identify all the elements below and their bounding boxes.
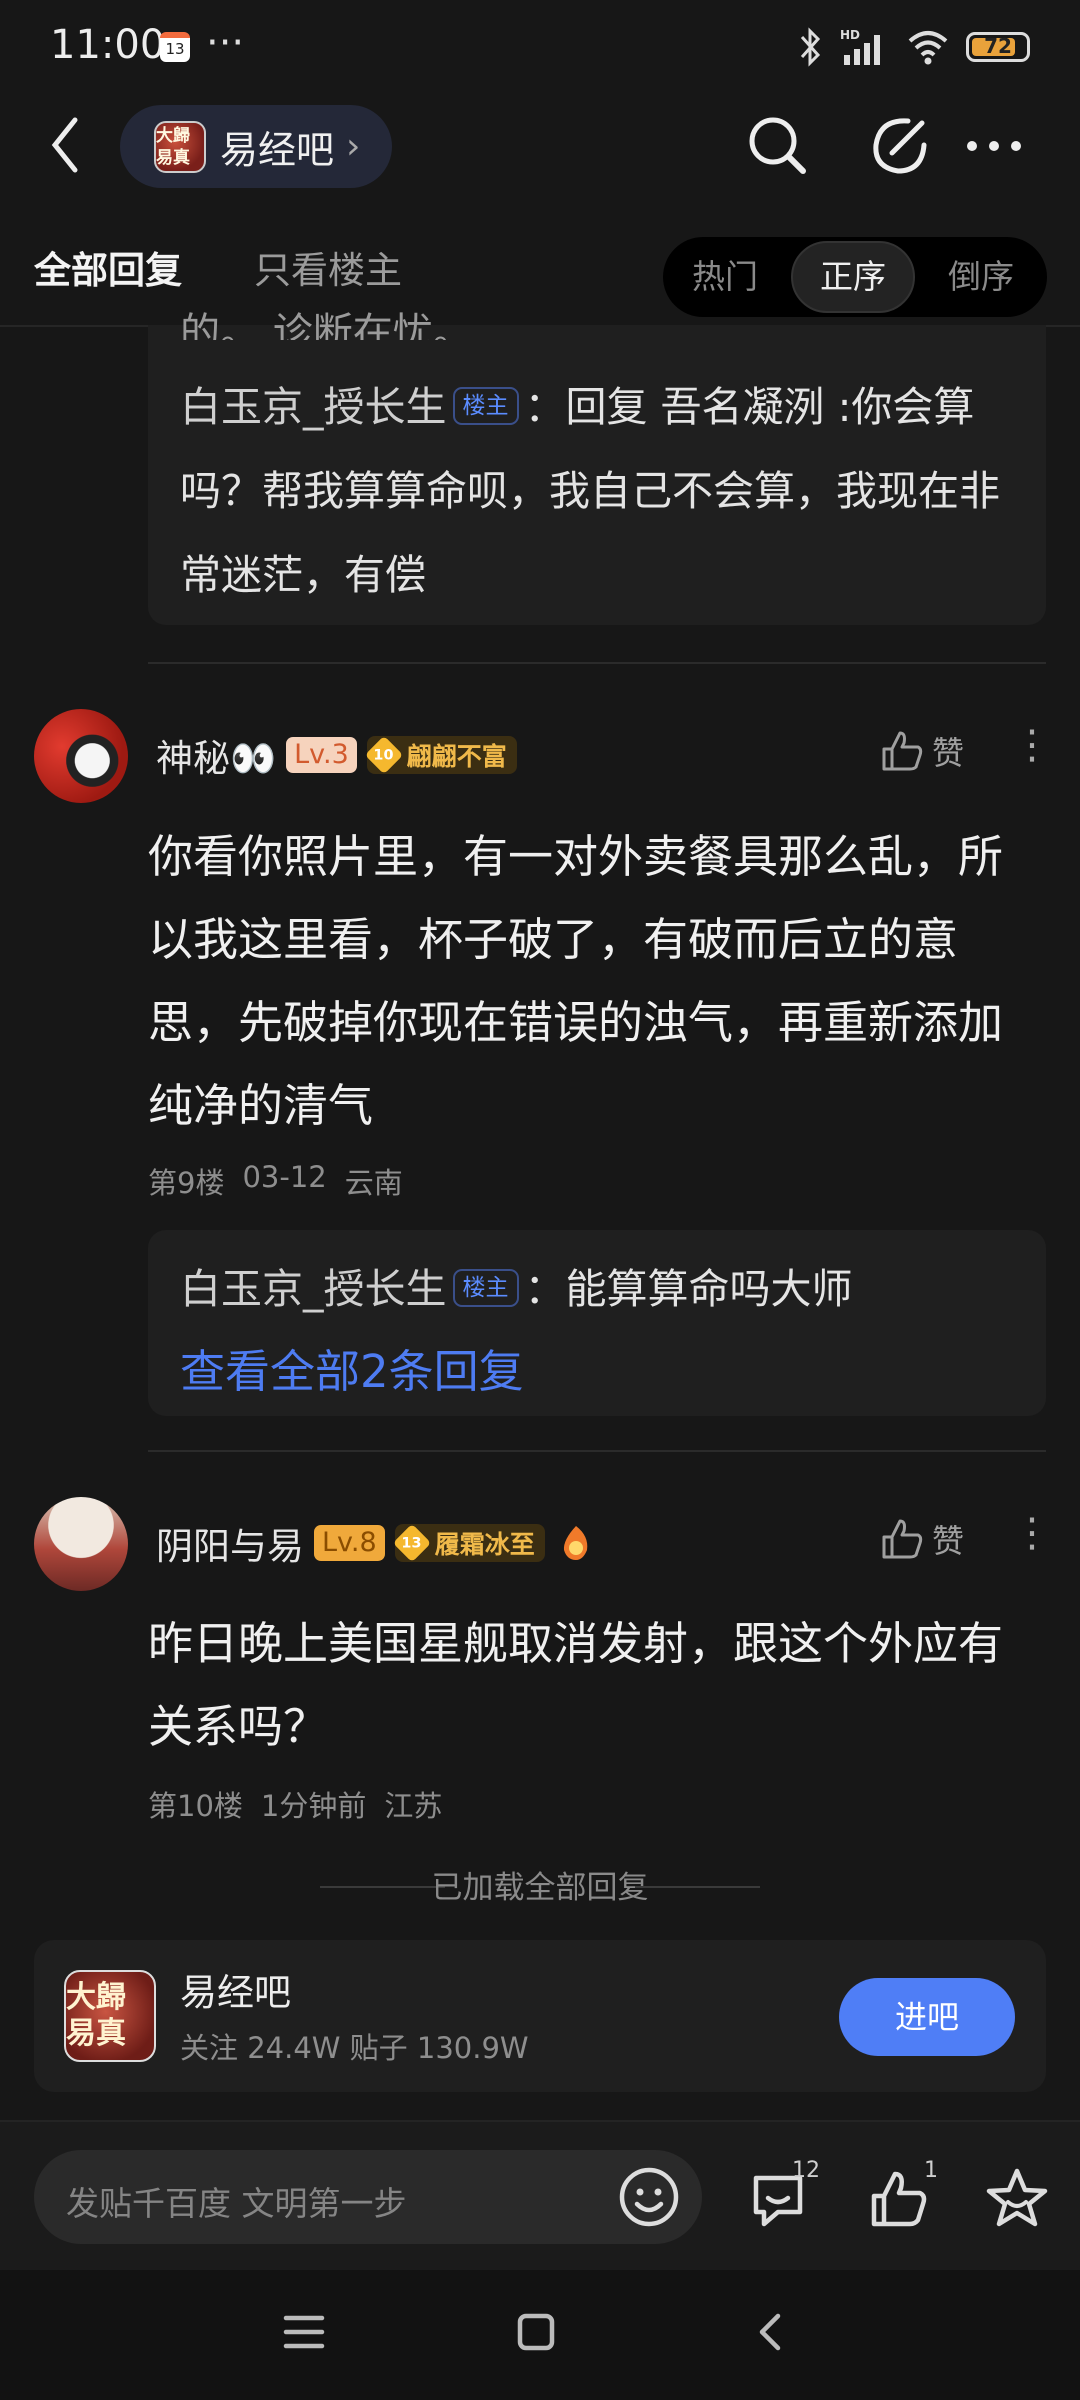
favorite-star-icon[interactable] <box>984 2166 1050 2230</box>
menu-icon[interactable] <box>282 2310 326 2354</box>
medal-title: 翩翩不富 <box>406 742 507 771</box>
sub-reply-content: ：能算算命吗大师 <box>524 1265 853 1313</box>
forum-pill[interactable]: 大歸易真 易经吧 › <box>120 105 392 188</box>
username[interactable]: 阴阳与易 <box>156 1516 304 1570</box>
battery-level: 72 <box>984 34 1012 58</box>
search-icon[interactable] <box>745 113 809 177</box>
post-date: 03-12 <box>242 1160 327 1194</box>
emoji-icon[interactable] <box>618 2166 680 2228</box>
thumb-up-icon <box>882 1519 923 1559</box>
medal-number: 13 <box>401 1534 422 1552</box>
like-count: 1 <box>924 2158 938 2183</box>
thumb-up-icon <box>882 731 923 771</box>
divider <box>148 662 1046 664</box>
battery-icon: 72 <box>966 32 1030 62</box>
post-header: 神秘👀 Lv.3 10 翩翩不富 <box>156 728 517 782</box>
like-label: 赞 <box>932 1522 965 1560</box>
post-content: 昨日晚上美国星舰取消发射，跟这个外应有关系吗？ <box>148 1617 1004 1753</box>
join-forum-button[interactable]: 进吧 <box>839 1978 1015 2056</box>
user-avatar[interactable] <box>34 709 128 803</box>
status-time: 11:00 <box>50 22 166 68</box>
forum-name: 易经吧 <box>220 128 335 172</box>
sub-reply-text[interactable]: 白玉京_授长生 楼主 ：回复 吾名凝洌 :你会算吗？帮我算算命呗，我自己不会算，我现… <box>180 365 1020 617</box>
more-icon[interactable] <box>964 135 1024 157</box>
back-icon[interactable] <box>45 110 85 180</box>
owner-badge: 楼主 <box>452 387 519 425</box>
like-label: 赞 <box>932 734 965 772</box>
forum-card-stats: 关注 24.4W 贴子 130.9W <box>180 2031 529 2065</box>
status-more-icon: ··· <box>206 20 245 66</box>
like-icon[interactable] <box>868 2168 930 2230</box>
wifi-icon <box>908 31 948 65</box>
home-icon[interactable] <box>514 2310 558 2354</box>
post-more-icon[interactable]: ⋮ <box>1012 1510 1052 1556</box>
post-location: 江苏 <box>384 1789 443 1823</box>
post-meta: 第9楼 03-12 云南 <box>148 1160 403 1202</box>
post-more-icon[interactable]: ⋮ <box>1012 722 1052 768</box>
medal-title: 履霜冰至 <box>434 1530 535 1559</box>
view-all-replies-link[interactable]: 查看全部2条回复 <box>180 1335 524 1400</box>
all-loaded-label: 已加载全部回复 <box>431 1870 649 1906</box>
owner-badge: 楼主 <box>452 1269 519 1307</box>
like-button[interactable]: 赞 <box>880 1516 964 1562</box>
post-content: 你看你照片里，有一对外卖餐具那么乱，所以我这里看，杯子破了，有破而后立的意思，先… <box>148 830 1004 1132</box>
nav-back-icon[interactable] <box>752 2310 788 2354</box>
forum-avatar: 大歸易真 <box>154 120 206 173</box>
comment-count: 12 <box>792 2158 820 2183</box>
svg-text:HD: HD <box>840 28 860 42</box>
username[interactable]: 神秘👀 <box>156 728 276 782</box>
sub-reply-text: 白玉京_授长生 楼主 ：能算算命吗大师 <box>180 1255 853 1315</box>
calendar-icon: 13 <box>160 32 190 62</box>
floor-number: 第10楼 <box>148 1789 243 1823</box>
tab-all-replies[interactable]: 全部回复 <box>34 240 182 294</box>
user-avatar[interactable] <box>34 1497 128 1591</box>
post-date: 1分钟前 <box>260 1789 367 1823</box>
chevron-right-icon: › <box>346 126 361 167</box>
floor-number: 第9楼 <box>148 1166 225 1200</box>
medal-badge: 13 履霜冰至 <box>392 1523 545 1563</box>
post-meta: 第10楼 1分钟前 江苏 <box>148 1783 442 1825</box>
divider <box>148 1450 1046 1452</box>
signal-icon: HD <box>840 28 880 65</box>
forum-card-avatar: 大歸易真 <box>64 1970 156 2062</box>
sub-reply-author[interactable]: 白玉京_授长生 <box>180 383 447 431</box>
level-badge: Lv.3 <box>286 737 357 773</box>
bluetooth-icon <box>800 27 821 67</box>
tab-owner-only[interactable]: 只看楼主 <box>254 240 402 294</box>
level-badge: Lv.8 <box>314 1525 385 1561</box>
share-icon[interactable] <box>868 115 930 177</box>
like-button[interactable]: 赞 <box>880 728 964 774</box>
sort-descending[interactable]: 倒序 <box>919 241 1043 313</box>
flame-badge-icon <box>563 1526 587 1560</box>
compose-placeholder: 发贴千百度 文明第一步 <box>66 2184 407 2223</box>
medal-number: 10 <box>373 746 394 764</box>
post-location: 云南 <box>344 1166 403 1200</box>
status-icons: HD 72 <box>798 22 1030 72</box>
sub-reply-author[interactable]: 白玉京_授长生 <box>180 1265 447 1313</box>
medal-badge: 10 翩翩不富 <box>364 735 517 775</box>
post-header: 阴阳与易 Lv.8 13 履霜冰至 <box>156 1516 597 1570</box>
divider <box>635 1886 760 1888</box>
sub-reply-cut-text: 的。 诊断在忧。 <box>180 310 473 340</box>
forum-card-name: 易经吧 <box>180 1971 291 2014</box>
